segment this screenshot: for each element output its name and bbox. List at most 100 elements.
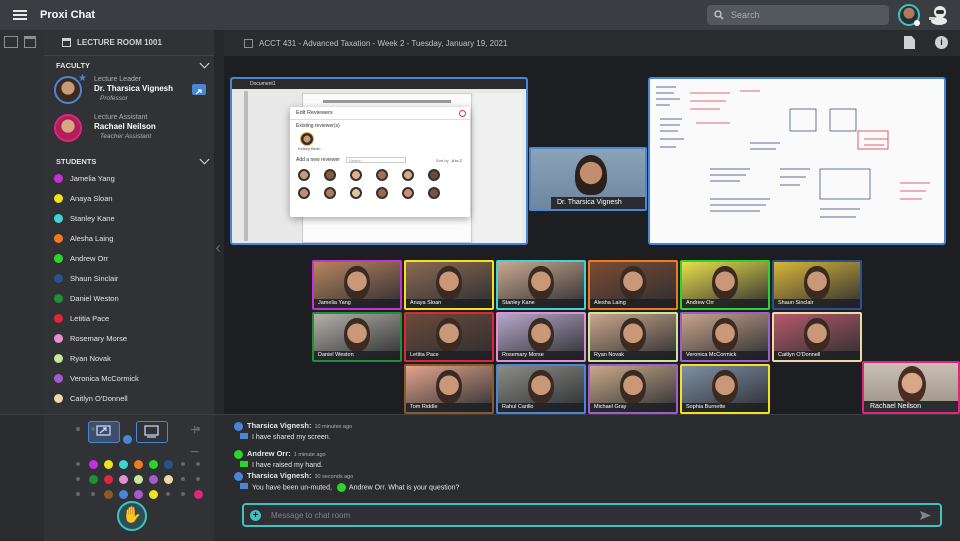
student-item[interactable]: Alesha Laing	[44, 228, 214, 248]
message-text: You have been un-muted,	[252, 484, 332, 491]
student-video-tile[interactable]: Rahul Carillo	[496, 364, 586, 414]
student-item[interactable]: Stanley Kane	[44, 208, 214, 228]
presenter-video[interactable]: Dr. Tharsica Vignesh	[529, 147, 647, 211]
student-item[interactable]: Letitia Pace	[44, 308, 214, 328]
student-item[interactable]: Veronica McCormick	[44, 368, 214, 388]
faculty-assistant[interactable]: Lecture Assistant Rachael Neilson Teache…	[44, 110, 214, 148]
reviewer-avatar[interactable]	[350, 187, 362, 199]
shared-screen[interactable]: Document1 Edit Reviewers Existing review…	[230, 77, 528, 245]
students-section-header[interactable]: STUDENTS	[44, 154, 214, 168]
student-item[interactable]: Shaun Sinclair	[44, 268, 214, 288]
participant-map-dot	[104, 460, 113, 469]
assistant-video[interactable]: Rachael Neilson	[862, 361, 960, 414]
student-item[interactable]: Ryan Novak	[44, 348, 214, 368]
close-icon[interactable]	[459, 110, 466, 117]
participant-label: Ryan Novak	[590, 351, 676, 360]
doc-toolbar	[244, 91, 248, 241]
student-name: Letitia Pace	[70, 313, 110, 323]
reviewer-avatar[interactable]	[324, 169, 336, 181]
student-video-tile[interactable]: Stanley Kane	[496, 260, 586, 310]
student-video-tile[interactable]: Ryan Novak	[588, 312, 678, 362]
student-video-tile[interactable]: Andrew Orr	[680, 260, 770, 310]
message-author: Tharsica Vignesh:	[247, 471, 312, 480]
student-video-tile[interactable]: Michael Gray	[588, 364, 678, 414]
bottom-panel: + − ✋ Tharsica Vignesh: 10 minutes ago I h…	[0, 414, 960, 541]
reviewer-avatar[interactable]	[376, 187, 388, 199]
empty-seat-dot	[91, 427, 95, 431]
search-input[interactable]: Search	[707, 5, 889, 25]
add-icon[interactable]: +	[250, 509, 261, 521]
student-color-dot	[54, 253, 63, 263]
sort-label: Sort by	[435, 157, 449, 163]
participant-map-dot	[89, 460, 98, 469]
sidebar-splitter[interactable]	[214, 30, 224, 414]
reviewer-avatar[interactable]	[402, 187, 414, 199]
room-map[interactable]	[70, 421, 220, 499]
raise-hand-button[interactable]: ✋	[117, 501, 147, 531]
faculty-section-header[interactable]: FACULTY	[44, 58, 214, 72]
chevron-down-icon[interactable]	[199, 58, 210, 68]
student-video-tile[interactable]: Tom Riddle	[404, 364, 494, 414]
student-video-tile[interactable]: Sophia Burnette	[680, 364, 770, 414]
send-icon[interactable]	[919, 510, 932, 521]
reviewer-avatar[interactable]	[324, 187, 336, 199]
student-video-tile[interactable]: Shaun Sinclair	[772, 260, 862, 310]
participant-face	[436, 370, 462, 404]
message-time: 1 minute ago	[293, 452, 326, 458]
sort-select[interactable]: A to Z	[452, 158, 462, 163]
leader-star-icon: ★	[78, 73, 87, 84]
doc-titlebar: Document1	[232, 79, 526, 89]
participant-map-dot	[134, 475, 143, 484]
message-mention[interactable]: Andrew Orr. What is your question?	[349, 484, 460, 491]
student-item[interactable]: Daniel Weston	[44, 288, 214, 308]
student-video-tile[interactable]: Letitia Pace	[404, 312, 494, 362]
reviewer-search-input[interactable]: Search	[345, 157, 406, 163]
faculty-leader[interactable]: ★ Lecture Leader Dr. Tharsica Vignesh Pr…	[44, 72, 214, 110]
document-icon[interactable]	[904, 36, 915, 49]
raise-hand-icon	[240, 460, 248, 467]
empty-seat-dot	[181, 492, 185, 496]
participant-face	[804, 318, 830, 352]
reviewer-avatar[interactable]	[376, 169, 388, 181]
chat-message: Tharsica Vignesh: 30 seconds ago You have …	[234, 471, 459, 492]
building-icon[interactable]	[24, 36, 36, 48]
collapse-chevron-icon[interactable]	[215, 244, 224, 253]
student-video-tile[interactable]: Veronica McCormick	[680, 312, 770, 362]
info-icon[interactable]: i	[935, 36, 948, 49]
student-video-tile[interactable]: Jamelia Yang	[312, 260, 402, 310]
reviewer-avatar[interactable]	[402, 169, 414, 181]
chevron-down-icon[interactable]	[199, 154, 210, 164]
student-video-tile[interactable]: Anaya Sloan	[404, 260, 494, 310]
student-video-tile[interactable]: Rosemary Morse	[496, 312, 586, 362]
grid-icon[interactable]	[4, 36, 18, 48]
assistant-face	[898, 366, 926, 404]
student-video-tile[interactable]: Daniel Weston	[312, 312, 402, 362]
reviewer-avatar[interactable]	[428, 187, 440, 199]
dialog-title: Edit Reviewers	[290, 107, 470, 120]
student-item[interactable]: Jamelia Yang	[44, 168, 214, 188]
student-item[interactable]: Caitlyn O'Donnell	[44, 388, 214, 408]
reviewer-avatar[interactable]	[428, 169, 440, 181]
reviewer-avatar[interactable]	[350, 169, 362, 181]
whiteboard-screen[interactable]	[648, 77, 946, 245]
left-rail	[0, 30, 44, 414]
participant-label: Anaya Sloan	[406, 299, 492, 308]
student-color-dot	[54, 373, 63, 383]
hamburger-icon[interactable]	[13, 10, 27, 20]
student-item[interactable]: Anaya Sloan	[44, 188, 214, 208]
share-screen-icon[interactable]	[192, 84, 206, 95]
control-panel: + − ✋	[44, 415, 214, 541]
student-color-dot	[54, 273, 63, 283]
reviewer-avatar[interactable]	[298, 187, 310, 199]
app-title: Proxi Chat	[40, 9, 96, 21]
participant-face	[344, 266, 370, 300]
reviewer-avatar[interactable]	[298, 169, 310, 181]
avatar	[300, 132, 314, 146]
participant-face	[528, 370, 554, 404]
student-video-tile[interactable]: Caitlyn O'Donnell	[772, 312, 862, 362]
student-item[interactable]: Andrew Orr	[44, 248, 214, 268]
student-video-tile[interactable]: Alesha Laing	[588, 260, 678, 310]
chat-input[interactable]: + Message to chat room	[242, 503, 942, 527]
student-item[interactable]: Rosemary Morse	[44, 328, 214, 348]
participant-label: Sophia Burnette	[682, 403, 768, 412]
